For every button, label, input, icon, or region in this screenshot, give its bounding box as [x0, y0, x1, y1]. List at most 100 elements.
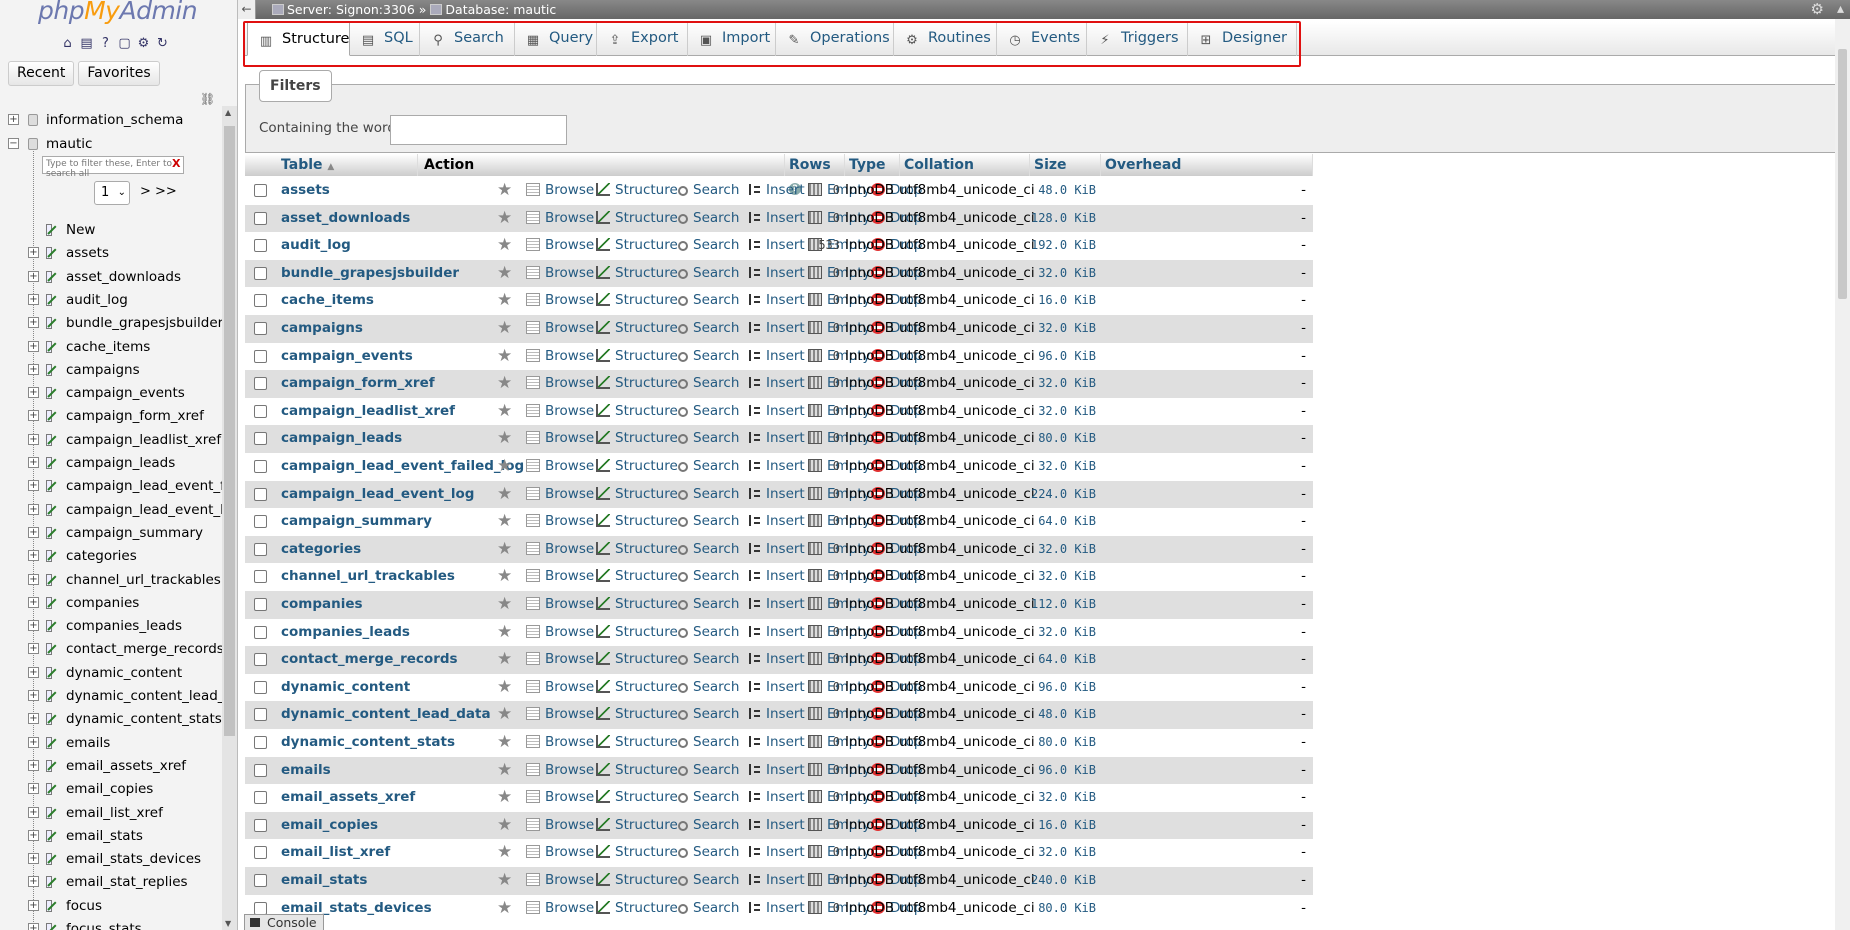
favorite-star-icon[interactable]: ★	[497, 839, 512, 866]
header-rows[interactable]: Rows ?	[785, 154, 845, 195]
search-action[interactable]: Search	[678, 315, 739, 342]
browse-action[interactable]: Browse	[526, 619, 594, 646]
row-checkbox[interactable]	[254, 266, 267, 280]
table-name-link[interactable]: channel_url_trackables	[281, 563, 455, 590]
table-name-link[interactable]: dynamic_content_lead_data	[281, 701, 491, 728]
tree-table-item[interactable]: categories	[66, 546, 137, 566]
size-link[interactable]: 128.0 KiB	[1030, 205, 1096, 232]
tree-table-item[interactable]: email_copies	[66, 779, 153, 799]
browse-action[interactable]: Browse	[526, 674, 594, 701]
search-action[interactable]: Search	[678, 619, 739, 646]
browse-action[interactable]: Browse	[526, 757, 594, 784]
expand-icon[interactable]: +	[28, 363, 39, 375]
browse-action[interactable]: Browse	[526, 839, 594, 866]
size-link[interactable]: 48.0 KiB	[1030, 177, 1096, 204]
expand-icon[interactable]: +	[28, 690, 39, 701]
browse-action[interactable]: Browse	[526, 232, 594, 259]
search-action[interactable]: Search	[678, 757, 739, 784]
structure-action[interactable]: Structure	[596, 287, 678, 314]
table-name-link[interactable]: audit_log	[281, 232, 351, 259]
collapse-nav-icon[interactable]: ←	[238, 0, 256, 19]
expand-icon[interactable]: +	[28, 899, 39, 911]
help-icon[interactable]: ?	[98, 36, 113, 51]
expand-icon[interactable]: +	[28, 526, 39, 538]
table-name-link[interactable]: campaign_summary	[281, 508, 432, 535]
browse-action[interactable]: Browse	[526, 536, 594, 563]
favorite-star-icon[interactable]: ★	[497, 232, 512, 259]
row-checkbox[interactable]	[254, 791, 267, 805]
search-action[interactable]: Search	[678, 701, 739, 728]
browse-action[interactable]: Browse	[526, 784, 594, 811]
search-action[interactable]: Search	[678, 646, 739, 673]
header-size[interactable]: Size	[1030, 154, 1101, 176]
row-checkbox[interactable]	[254, 680, 267, 694]
link-icon[interactable]: ⛓	[200, 92, 215, 106]
favorite-star-icon[interactable]: ★	[497, 536, 512, 563]
row-checkbox[interactable]	[254, 460, 267, 473]
search-action[interactable]: Search	[678, 591, 739, 618]
browse-action[interactable]: Browse	[526, 177, 594, 204]
size-link[interactable]: 32.0 KiB	[1030, 370, 1096, 397]
header-table[interactable]: Table ▲	[245, 154, 418, 176]
main-scroll-thumb[interactable]	[1838, 49, 1847, 299]
recent-button[interactable]: Recent	[8, 61, 75, 86]
search-action[interactable]: Search	[678, 232, 739, 259]
page-next-link[interactable]: > >>	[140, 184, 177, 199]
main-scrollbar[interactable]	[1835, 19, 1850, 930]
expand-icon[interactable]: +	[28, 806, 39, 818]
search-action[interactable]: Search	[678, 508, 739, 535]
expand-icon[interactable]: +	[28, 503, 39, 515]
size-link[interactable]: 80.0 KiB	[1030, 425, 1096, 452]
row-checkbox[interactable]	[254, 211, 267, 225]
tree-table-item[interactable]: email_stats_devices	[66, 849, 201, 869]
row-checkbox[interactable]	[254, 377, 267, 391]
browse-action[interactable]: Browse	[526, 398, 594, 425]
row-checkbox[interactable]	[254, 432, 267, 446]
row-checkbox[interactable]	[254, 901, 267, 915]
tree-filter-input[interactable]: Type to filter these, Enter to search al…	[42, 156, 184, 179]
filter-word-input[interactable]	[390, 115, 567, 145]
size-link[interactable]: 32.0 KiB	[1030, 563, 1096, 590]
table-name-link[interactable]: asset_downloads	[281, 205, 410, 232]
row-checkbox[interactable]	[254, 239, 267, 253]
search-action[interactable]: Search	[678, 729, 739, 756]
tree-table-item[interactable]: campaigns	[66, 360, 140, 380]
tree-database-mautic[interactable]: mautic	[46, 134, 92, 154]
tab-sql[interactable]: ▤ SQL	[350, 22, 420, 56]
expand-icon[interactable]: +	[28, 340, 39, 352]
tree-table-item[interactable]: channel_url_trackables	[66, 570, 221, 590]
expand-icon[interactable]: +	[28, 713, 39, 725]
favorite-star-icon[interactable]: ★	[497, 205, 512, 232]
header-overhead[interactable]: Overhead	[1101, 154, 1313, 176]
row-checkbox[interactable]	[254, 294, 267, 308]
expand-icon[interactable]: +	[28, 270, 39, 282]
favorite-star-icon[interactable]: ★	[497, 287, 512, 314]
tree-table-item[interactable]: cache_items	[66, 337, 150, 357]
collapse-icon[interactable]: −	[8, 138, 19, 149]
size-link[interactable]: 32.0 KiB	[1030, 784, 1096, 811]
favorite-star-icon[interactable]: ★	[497, 812, 512, 839]
structure-action[interactable]: Structure	[596, 315, 678, 342]
favorite-star-icon[interactable]: ★	[497, 674, 512, 701]
row-checkbox[interactable]	[254, 322, 267, 335]
browse-action[interactable]: Browse	[526, 508, 594, 535]
expand-icon[interactable]: +	[28, 550, 39, 562]
favorite-star-icon[interactable]: ★	[497, 895, 512, 922]
favorite-star-icon[interactable]: ★	[497, 701, 512, 728]
favorite-star-icon[interactable]: ★	[497, 177, 512, 204]
table-name-link[interactable]: dynamic_content	[281, 674, 410, 701]
row-checkbox[interactable]	[254, 818, 267, 832]
search-action[interactable]: Search	[678, 481, 739, 508]
tree-table-item[interactable]: campaign_leads	[66, 453, 175, 473]
search-action[interactable]: Search	[678, 343, 739, 370]
nav-scroll-thumb[interactable]	[224, 126, 235, 736]
tree-table-item[interactable]: campaign_leadlist_xref	[66, 430, 221, 450]
favorite-star-icon[interactable]: ★	[497, 619, 512, 646]
tab-triggers[interactable]: ⚡ Triggers	[1087, 22, 1188, 56]
size-link[interactable]: 32.0 KiB	[1030, 453, 1096, 480]
table-name-link[interactable]: campaign_leadlist_xref	[281, 398, 455, 425]
search-action[interactable]: Search	[678, 867, 739, 894]
tree-table-item[interactable]: dynamic_content_stats	[66, 709, 222, 729]
table-name-link[interactable]: cache_items	[281, 287, 374, 314]
tree-table-item[interactable]: bundle_grapesjsbuilder	[66, 313, 223, 333]
